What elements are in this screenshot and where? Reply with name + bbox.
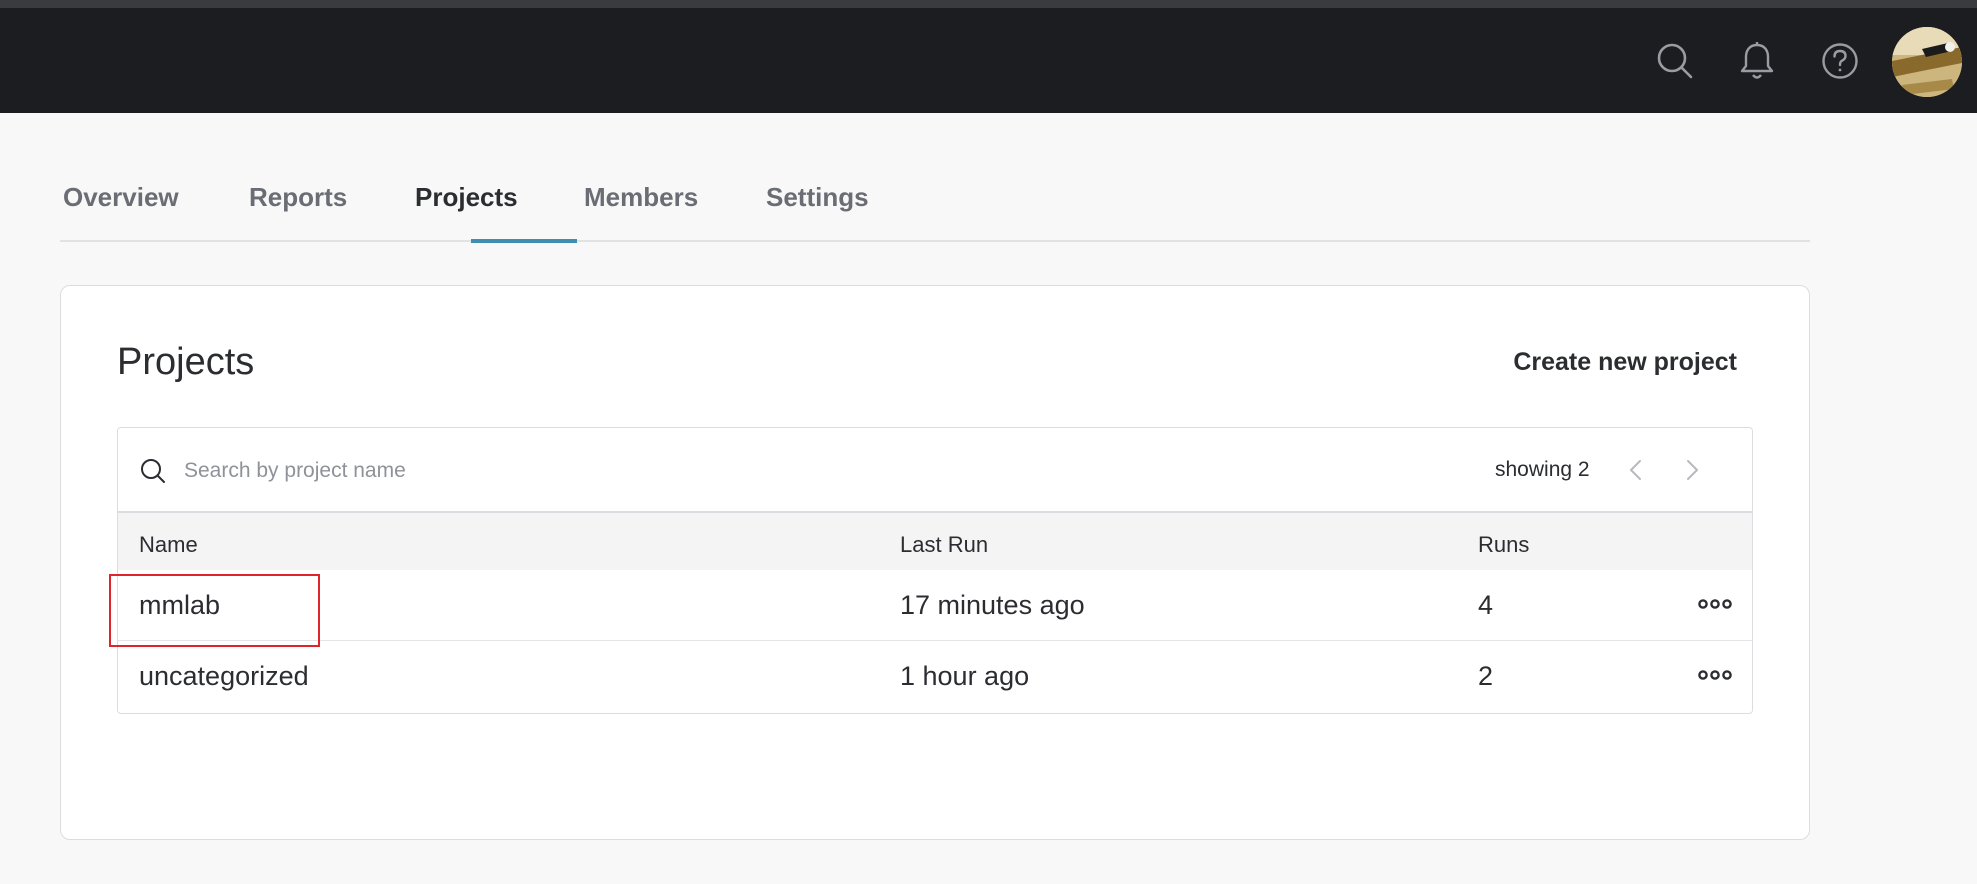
project-name-link[interactable]: uncategorized <box>139 661 309 692</box>
chevron-right-icon[interactable] <box>1678 456 1706 484</box>
projects-card: Projects Create new project showing 2 Na… <box>60 285 1810 840</box>
table-row[interactable]: mmlab 17 minutes ago 4 <box>118 570 1752 641</box>
chevron-left-icon[interactable] <box>1622 456 1650 484</box>
more-options-icon[interactable] <box>1698 665 1732 685</box>
top-navigation-bar <box>0 8 1977 113</box>
runs-count: 4 <box>1478 590 1494 620</box>
table-header: Name Last Run Runs <box>118 513 1752 570</box>
tab-bar: Overview Reports Projects Members Settin… <box>60 160 1810 243</box>
tab-projects[interactable]: Projects <box>415 182 518 213</box>
bell-icon[interactable] <box>1737 41 1777 81</box>
project-name-link[interactable]: mmlab <box>139 590 220 621</box>
create-project-button[interactable]: Create new project <box>1513 348 1737 377</box>
table-search-bar: showing 2 <box>118 428 1752 513</box>
active-tab-indicator <box>471 239 577 243</box>
last-run-value: 1 hour ago <box>900 661 1030 691</box>
column-header-name[interactable]: Name <box>139 532 198 558</box>
tab-reports[interactable]: Reports <box>249 182 347 213</box>
user-avatar[interactable] <box>1892 27 1962 97</box>
runs-count: 2 <box>1478 661 1494 691</box>
search-icon[interactable] <box>1655 41 1695 81</box>
last-run-value: 17 minutes ago <box>900 590 1085 620</box>
column-header-last-run[interactable]: Last Run <box>900 532 988 558</box>
search-input[interactable] <box>184 454 1084 488</box>
page-title: Projects <box>117 341 255 383</box>
search-icon <box>141 459 165 483</box>
table-row[interactable]: uncategorized 1 hour ago 2 <box>118 641 1752 712</box>
projects-table: showing 2 Name Last Run Runs mmlab 17 mi… <box>117 427 1753 714</box>
result-count: showing 2 <box>1495 458 1590 481</box>
help-icon[interactable] <box>1820 41 1860 81</box>
tab-settings[interactable]: Settings <box>766 182 869 213</box>
window-top-strip <box>0 0 1977 8</box>
column-header-runs[interactable]: Runs <box>1478 532 1529 558</box>
more-options-icon[interactable] <box>1698 594 1732 614</box>
tab-overview[interactable]: Overview <box>63 182 179 213</box>
tab-members[interactable]: Members <box>584 182 698 213</box>
